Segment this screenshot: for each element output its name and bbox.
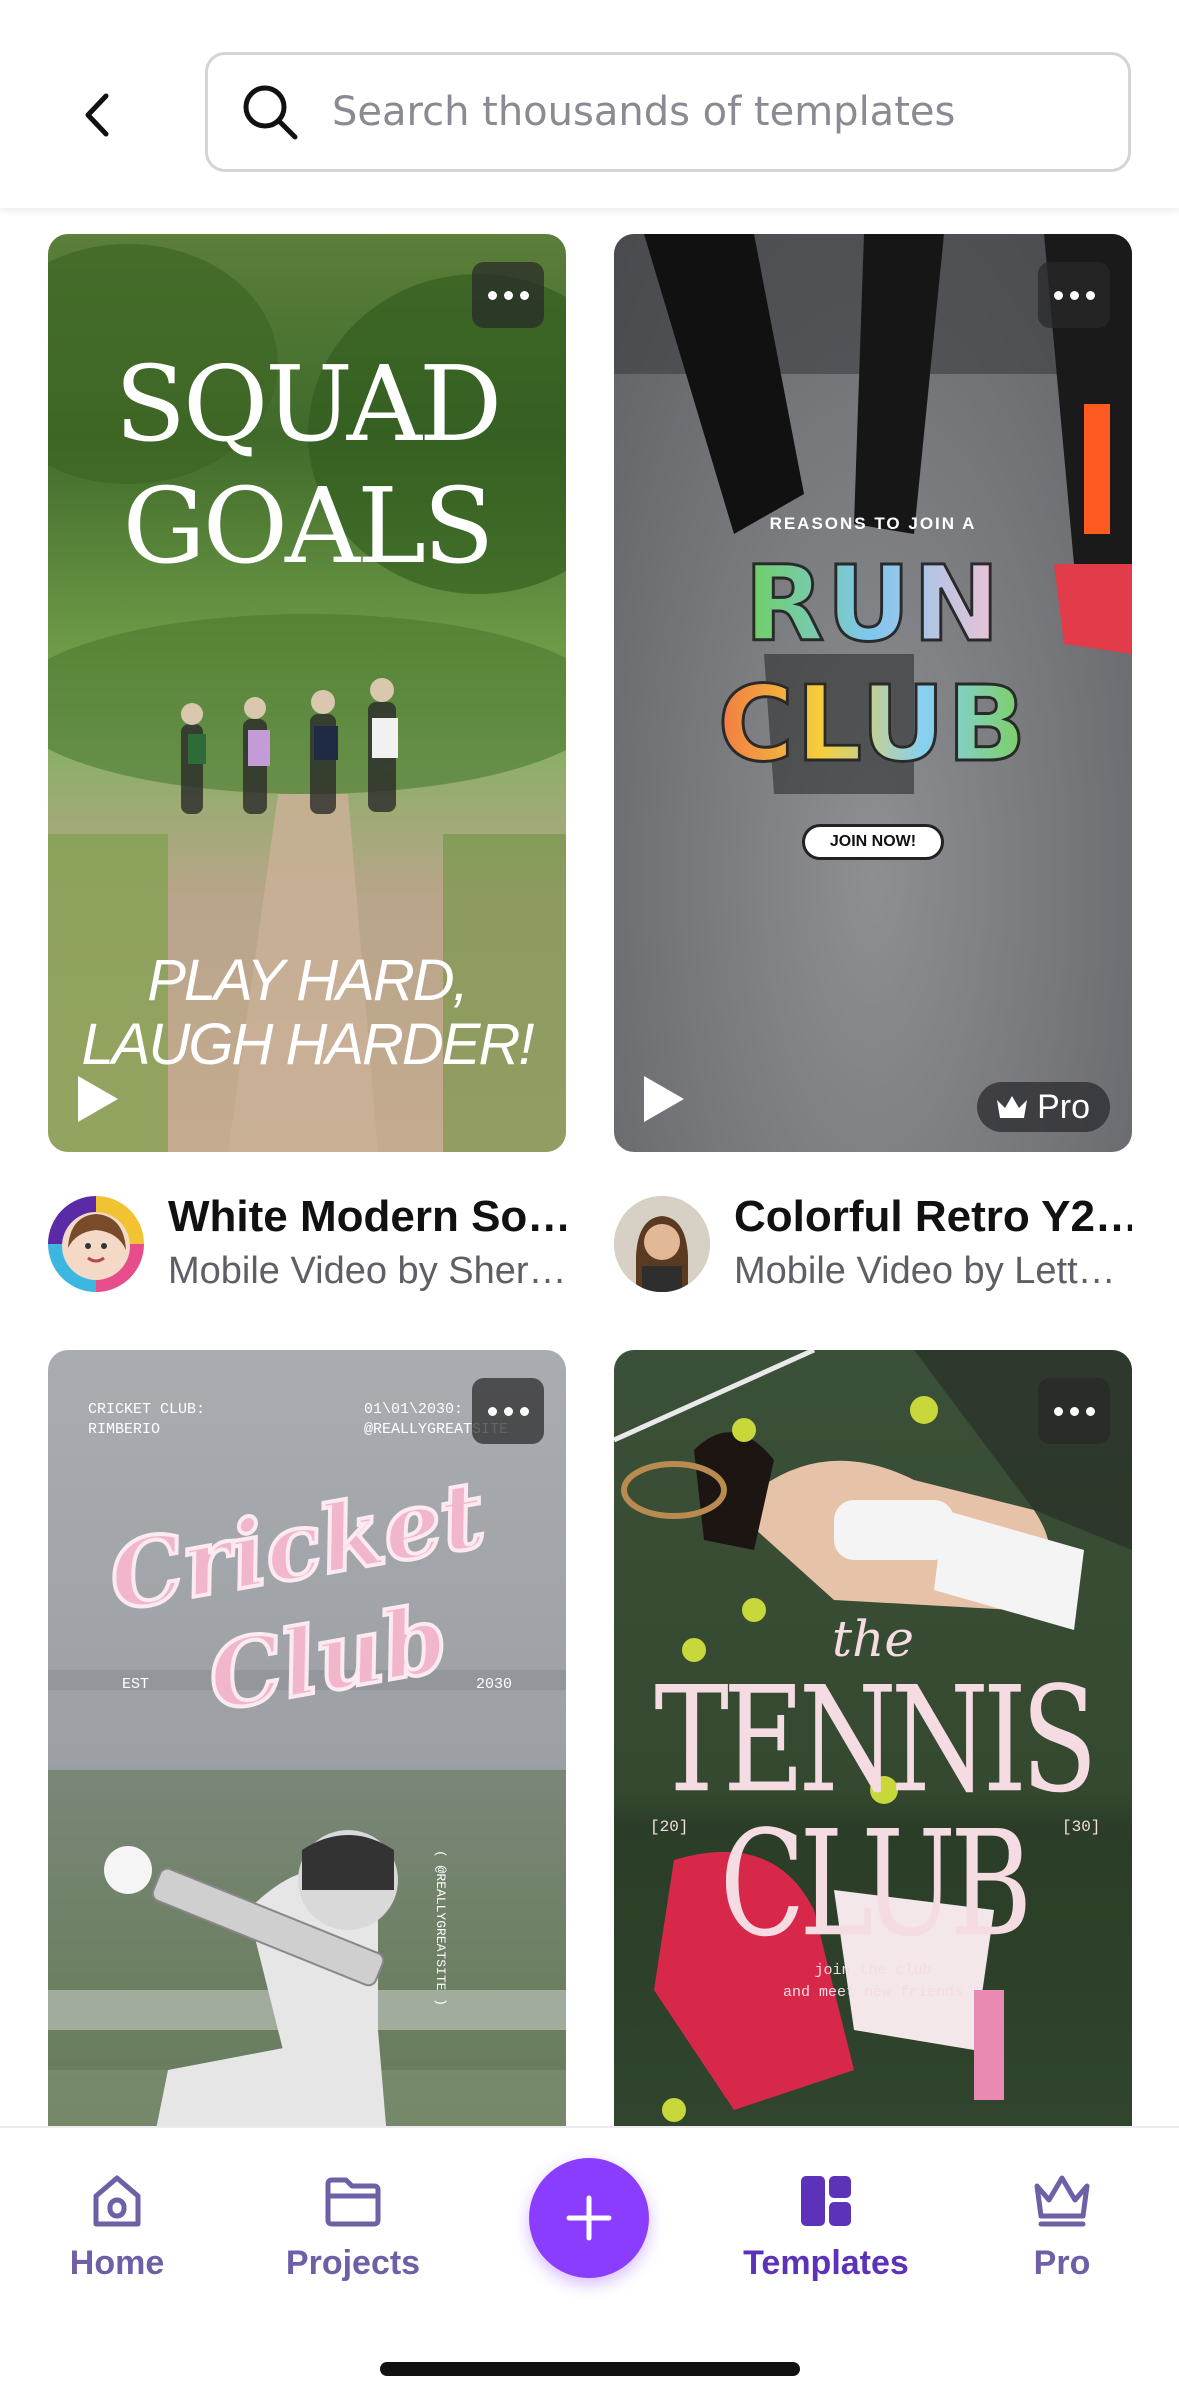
overlay-headline-1: RUN: [743, 543, 1002, 665]
home-icon: [93, 2175, 141, 2227]
folder-icon: [325, 2177, 381, 2227]
overlay-est: EST: [122, 1676, 150, 1693]
overlay-cta: JOIN NOW!: [802, 824, 944, 860]
overlay-right-number: [30]: [1062, 1818, 1101, 1836]
overlay-headline-2: GOALS: [122, 465, 495, 587]
nav-label-templates: Templates: [743, 2244, 909, 2282]
avatar[interactable]: [614, 1196, 710, 1292]
overlay-headline-1: SQUAD: [114, 343, 502, 465]
pro-label: Pro: [1037, 1087, 1090, 1126]
template-subtitle: Mobile Video by Lett…: [734, 1250, 1116, 1292]
back-button[interactable]: [62, 80, 132, 150]
cricket-photo: [48, 1670, 566, 2126]
nav-item-pro[interactable]: Pro: [962, 2168, 1162, 2283]
overlay-kicker: REASONS TO JOIN A: [769, 514, 977, 533]
plus-icon: [566, 2195, 612, 2241]
more-options-button[interactable]: [472, 262, 544, 328]
overlay-left-number: [20]: [650, 1818, 689, 1836]
template-grid: SQUAD GOALS PLAY HARD, LAUGH HARDER! Whi…: [0, 208, 1179, 2126]
more-options-button[interactable]: [1038, 262, 1110, 328]
avatar[interactable]: [48, 1196, 144, 1292]
chevron-left-icon: [85, 93, 109, 137]
more-options-button[interactable]: [1038, 1378, 1110, 1444]
templates-icon: [801, 2176, 851, 2226]
template-title[interactable]: Colorful Retro Y2…: [734, 1192, 1132, 1242]
nav-label-projects: Projects: [285, 2244, 421, 2282]
nav-item-home[interactable]: Home: [17, 2168, 217, 2283]
overlay-tagline-1: PLAY HARD,: [147, 948, 469, 1013]
template-thumbnail[interactable]: REASONS TO JOIN A RUN CLUB JOIN NOW! Pro: [614, 234, 1132, 1152]
overlay-headline-1: TENNIS: [654, 1656, 1097, 1826]
overlay-tag-2: and meet new friends: [782, 1984, 964, 2001]
top-bar: [0, 0, 1179, 208]
template-thumbnail[interactable]: SQUAD GOALS PLAY HARD, LAUGH HARDER!: [48, 234, 566, 1152]
overlay-corner-left: CRICKET CLUB: RIMBERIO: [88, 1401, 206, 1438]
overlay-year: 2030: [476, 1676, 513, 1693]
creators-badge-icon: [62, 1212, 130, 1280]
more-options-button[interactable]: [472, 1378, 544, 1444]
nav-item-templates[interactable]: Templates: [726, 2168, 926, 2283]
template-thumbnail[interactable]: the TENNIS CLUB [20] [30] join the club …: [614, 1350, 1132, 2126]
play-icon: [78, 1076, 118, 1122]
template-meta: Colorful Retro Y2… Mobile Video by Lett…: [614, 1192, 1132, 1302]
user-photo: [614, 1196, 710, 1292]
overlay-headline-2: CLUB: [716, 663, 1029, 785]
overlay-tagline-2: LAUGH HARDER!: [81, 1012, 535, 1077]
create-button[interactable]: [529, 2158, 649, 2278]
play-icon: [644, 1076, 684, 1122]
search-icon: [243, 85, 298, 140]
crown-icon: [997, 1096, 1028, 1118]
search-input[interactable]: [332, 89, 1112, 135]
overlay-tag-1: join the club: [814, 1962, 932, 1979]
template-subtitle: Mobile Video by Sher…: [168, 1250, 566, 1292]
template-title[interactable]: White Modern So…: [168, 1192, 566, 1242]
nav-label-pro: Pro: [1033, 2244, 1091, 2282]
nav-label-home: Home: [69, 2244, 165, 2282]
pro-badge: Pro: [977, 1082, 1110, 1132]
nav-item-projects[interactable]: Projects: [253, 2168, 453, 2283]
overlay-side-handle: ( @REALLYGREATSITE ): [433, 1850, 448, 2007]
overlay-headline-2: CLUB: [719, 1800, 1033, 1970]
template-thumbnail[interactable]: CRICKET CLUB: RIMBERIO 01\01\2030: @REAL…: [48, 1350, 566, 2126]
template-meta: White Modern So… Mobile Video by Sher…: [48, 1192, 566, 1302]
search-bar[interactable]: [205, 52, 1131, 172]
bottom-navigation: Home Projects Templates Pro: [0, 2126, 1179, 2396]
crown-icon: [1034, 2175, 1090, 2227]
home-indicator: [380, 2362, 800, 2376]
